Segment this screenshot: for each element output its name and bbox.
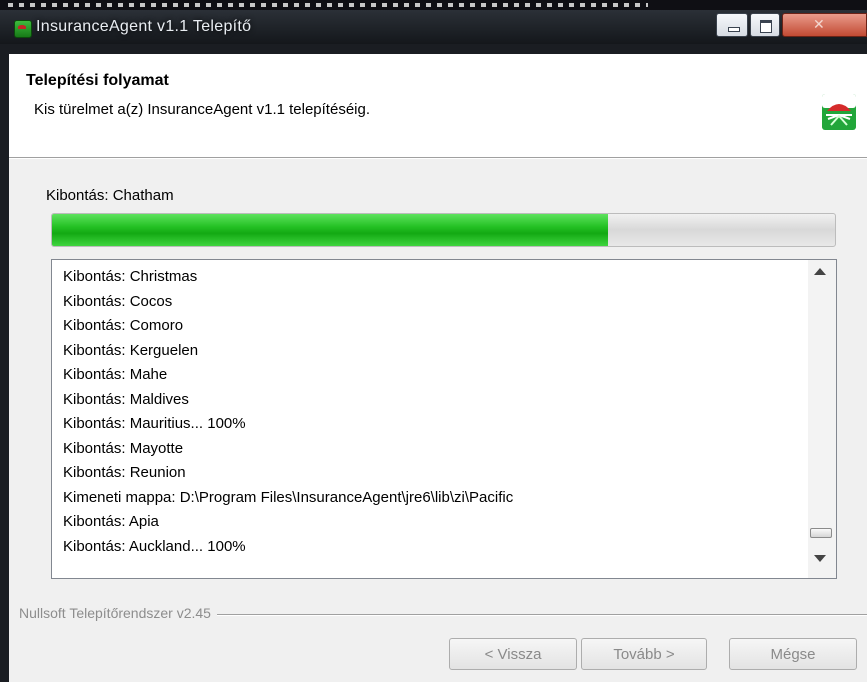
page-subtitle: Kis türelmet a(z) InsuranceAgent v1.1 te… (34, 101, 371, 118)
installer-window: InsuranceAgent v1.1 Telepítő Telepítési … (0, 10, 867, 682)
log-line: Kibontás: Mahe (63, 366, 168, 383)
log-line: Kibontás: Auckland... 100% (63, 537, 246, 555)
installer-body: Telepítési folyamat Kis türelmet a(z) In… (9, 54, 867, 682)
log-line: Kibontás: Apia (63, 513, 159, 530)
log-line: Kibontás: Maldives (63, 390, 189, 408)
installer-brand: Nullsoft Telepítőrendszer v2.45 (19, 605, 217, 621)
back-button[interactable]: < Vissza (449, 638, 577, 670)
details-log[interactable]: Kibontás: Christmas Kibontás: Cocos Kibont… (51, 259, 837, 579)
log-line: Kibontás: Christmas (63, 268, 198, 285)
cancel-button[interactable]: Mégse (729, 638, 857, 670)
header-divider (9, 157, 867, 159)
close-icon[interactable] (782, 13, 867, 37)
log-line: Kibontás: Reunion (63, 464, 186, 481)
log-list: Kibontás: Christmas Kibontás: Cocos Kibont… (63, 265, 513, 559)
log-line: Kibontás: Mayotte (63, 439, 184, 457)
window-title: InsuranceAgent v1.1 Telepítő (36, 18, 252, 35)
current-action-label: Kibontás: Chatham (46, 187, 174, 204)
install-progress-bar (51, 213, 836, 247)
log-line: Kimeneti mappa: D:\Program Files\Insuran… (63, 488, 514, 506)
log-line: Kibontás: Comoro (63, 317, 184, 334)
log-line: Kibontás: Mauritius... 100% (63, 415, 246, 432)
page-title: Telepítési folyamat (26, 72, 169, 89)
company-logo (822, 94, 856, 130)
desktop-decoration (8, 3, 648, 7)
log-scrollbar[interactable] (808, 260, 836, 578)
log-line: Kibontás: Kerguelen (63, 341, 199, 359)
scroll-down-arrow-icon[interactable] (814, 555, 826, 562)
log-line: Kibontás: Cocos (63, 292, 173, 310)
header-panel: Telepítési folyamat Kis türelmet a(z) In… (9, 54, 867, 157)
scroll-up-arrow-icon[interactable] (814, 268, 826, 275)
minimize-icon[interactable] (716, 13, 748, 37)
next-button[interactable]: Tovább > (581, 638, 707, 670)
progress-fill (52, 214, 608, 246)
title-bar[interactable]: InsuranceAgent v1.1 Telepítő (0, 10, 867, 44)
maximize-icon[interactable] (750, 13, 780, 37)
scroll-thumb[interactable] (810, 528, 832, 538)
installer-icon (14, 20, 32, 38)
